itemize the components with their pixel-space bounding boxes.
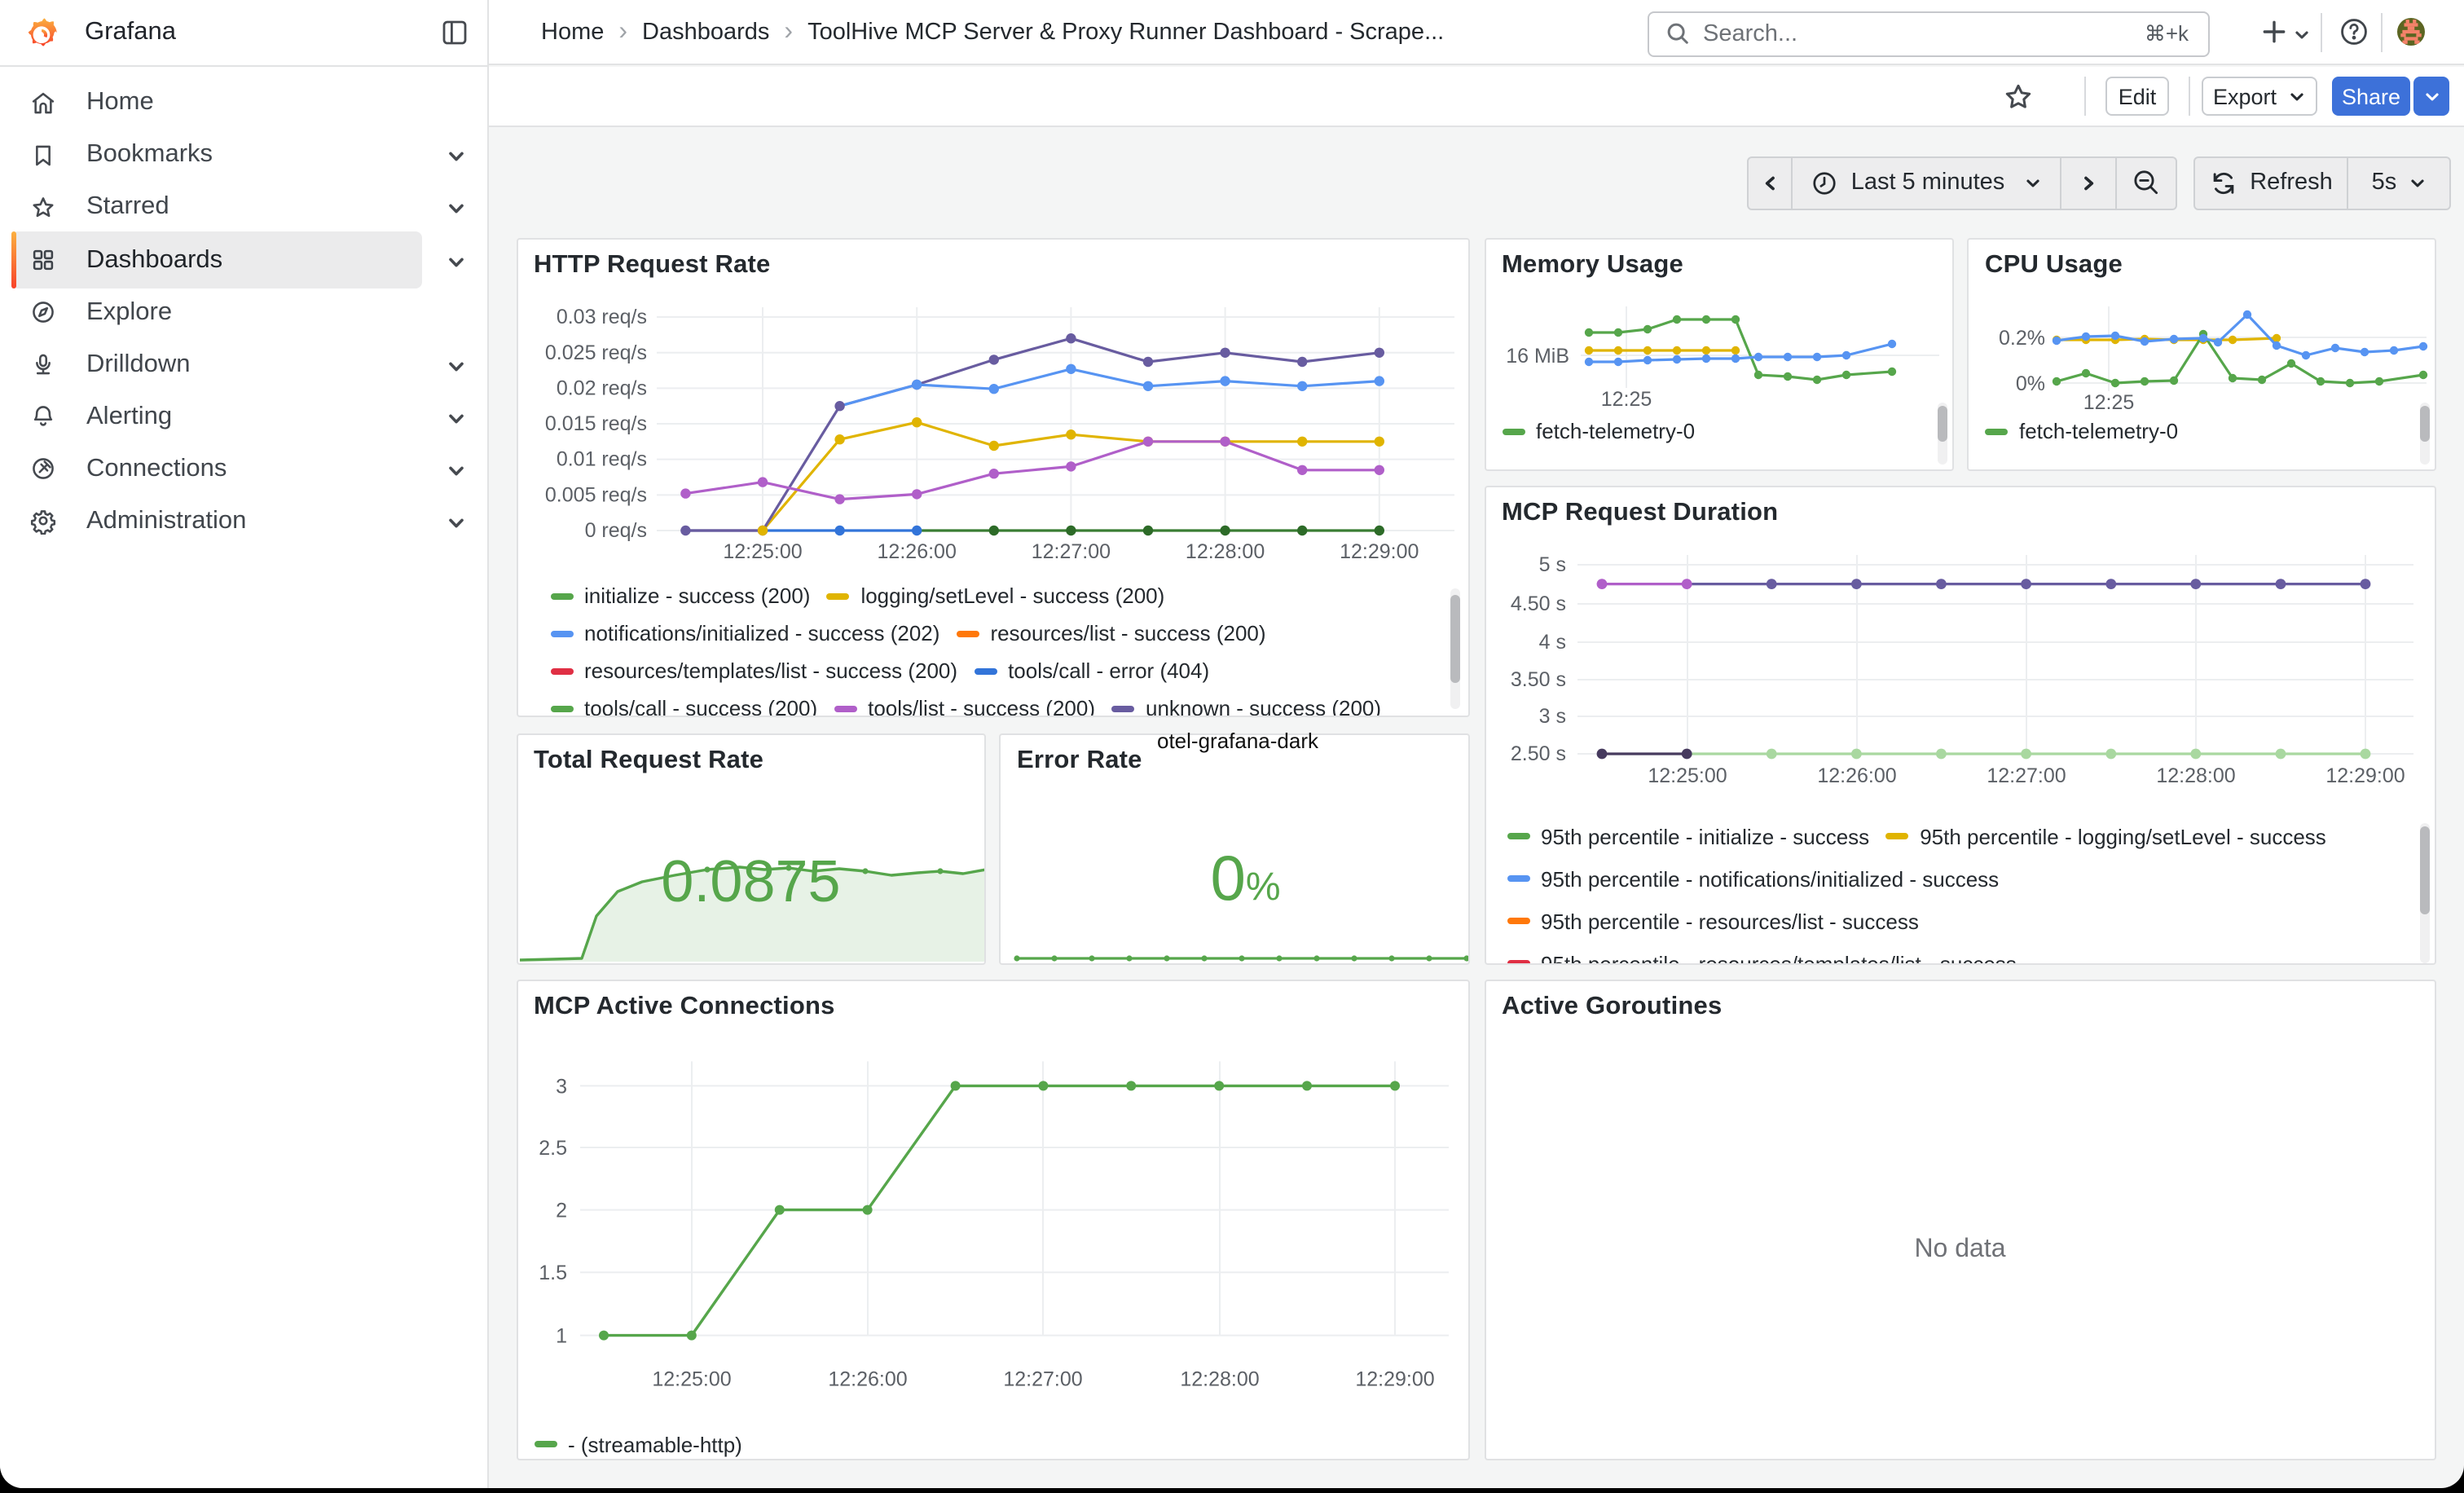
svg-text:12:27:00: 12:27:00 — [1986, 764, 2065, 787]
svg-text:12:28:00: 12:28:00 — [2155, 764, 2234, 787]
svg-text:0.2%: 0.2% — [1999, 326, 2045, 349]
svg-text:12:25:00: 12:25:00 — [1647, 764, 1726, 787]
svg-text:12:25: 12:25 — [1600, 387, 1652, 410]
svg-text:0.03 req/s: 0.03 req/s — [556, 305, 646, 328]
svg-text:2.50 s: 2.50 s — [1510, 742, 1565, 765]
svg-text:0.02 req/s: 0.02 req/s — [556, 376, 646, 399]
svg-text:0.015 req/s: 0.015 req/s — [544, 412, 646, 434]
svg-text:12:25: 12:25 — [2083, 390, 2135, 413]
svg-text:12:26:00: 12:26:00 — [1816, 764, 1895, 787]
svg-text:2.5: 2.5 — [538, 1138, 566, 1160]
svg-text:16 MiB: 16 MiB — [1505, 344, 1569, 367]
svg-text:1: 1 — [555, 1325, 566, 1348]
svg-text:12:29:00: 12:29:00 — [1339, 540, 1418, 562]
svg-text:12:27:00: 12:27:00 — [1031, 540, 1110, 562]
svg-text:12:28:00: 12:28:00 — [1185, 540, 1264, 562]
svg-text:0%: 0% — [2016, 372, 2045, 394]
svg-text:12:29:00: 12:29:00 — [2325, 764, 2404, 787]
svg-text:4 s: 4 s — [1538, 631, 1565, 654]
svg-text:0.01 req/s: 0.01 req/s — [556, 447, 646, 470]
svg-text:0.025 req/s: 0.025 req/s — [544, 341, 646, 363]
svg-text:12:25:00: 12:25:00 — [651, 1368, 730, 1391]
svg-text:3: 3 — [555, 1076, 566, 1099]
svg-text:12:25:00: 12:25:00 — [722, 540, 801, 562]
svg-text:1.5: 1.5 — [538, 1262, 566, 1285]
svg-text:3.50 s: 3.50 s — [1510, 668, 1565, 691]
svg-text:12:26:00: 12:26:00 — [827, 1368, 906, 1391]
svg-text:0.005 req/s: 0.005 req/s — [544, 482, 646, 505]
svg-text:4.50 s: 4.50 s — [1510, 592, 1565, 615]
svg-text:12:27:00: 12:27:00 — [1002, 1368, 1081, 1391]
svg-text:2: 2 — [555, 1200, 566, 1222]
svg-text:12:28:00: 12:28:00 — [1179, 1368, 1258, 1391]
svg-text:0 req/s: 0 req/s — [584, 518, 646, 541]
svg-text:3 s: 3 s — [1538, 705, 1565, 728]
svg-text:5 s: 5 s — [1538, 553, 1565, 576]
svg-text:12:29:00: 12:29:00 — [1354, 1368, 1433, 1391]
svg-text:12:26:00: 12:26:00 — [877, 540, 956, 562]
